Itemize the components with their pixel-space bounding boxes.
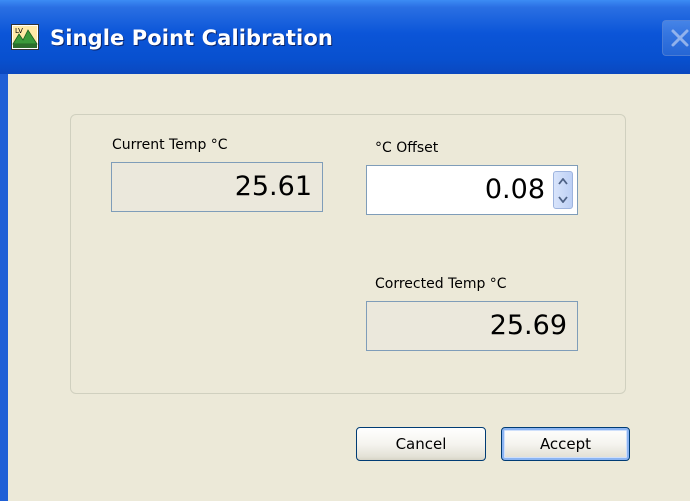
calibration-dialog: LV Single Point Calibration Current Temp…: [0, 0, 690, 501]
close-icon[interactable]: [662, 20, 690, 56]
decrement-arrow-icon[interactable]: [554, 190, 572, 208]
corrected-temp-readout: 25.69: [366, 301, 578, 351]
current-temp-label: Current Temp °C: [112, 137, 228, 153]
cancel-button[interactable]: Cancel: [356, 427, 486, 461]
calibration-group: [70, 114, 626, 394]
lv-app-icon: LV: [11, 24, 39, 50]
svg-text:LV: LV: [15, 27, 23, 35]
offset-numeric-control[interactable]: 0.08: [366, 165, 578, 215]
corrected-temp-label: Corrected Temp °C: [375, 276, 507, 292]
offset-spinner[interactable]: [553, 171, 573, 209]
accept-button[interactable]: Accept: [501, 427, 630, 461]
offset-label: °C Offset: [375, 140, 439, 156]
current-temp-readout: 25.61: [111, 162, 323, 212]
title-bar[interactable]: LV Single Point Calibration: [0, 0, 690, 74]
dialog-client-area: Current Temp °C 25.61 °C Offset 0.08 Cor…: [8, 74, 690, 501]
offset-input[interactable]: 0.08: [385, 166, 545, 214]
increment-arrow-icon[interactable]: [554, 172, 572, 190]
window-title: Single Point Calibration: [50, 26, 333, 50]
